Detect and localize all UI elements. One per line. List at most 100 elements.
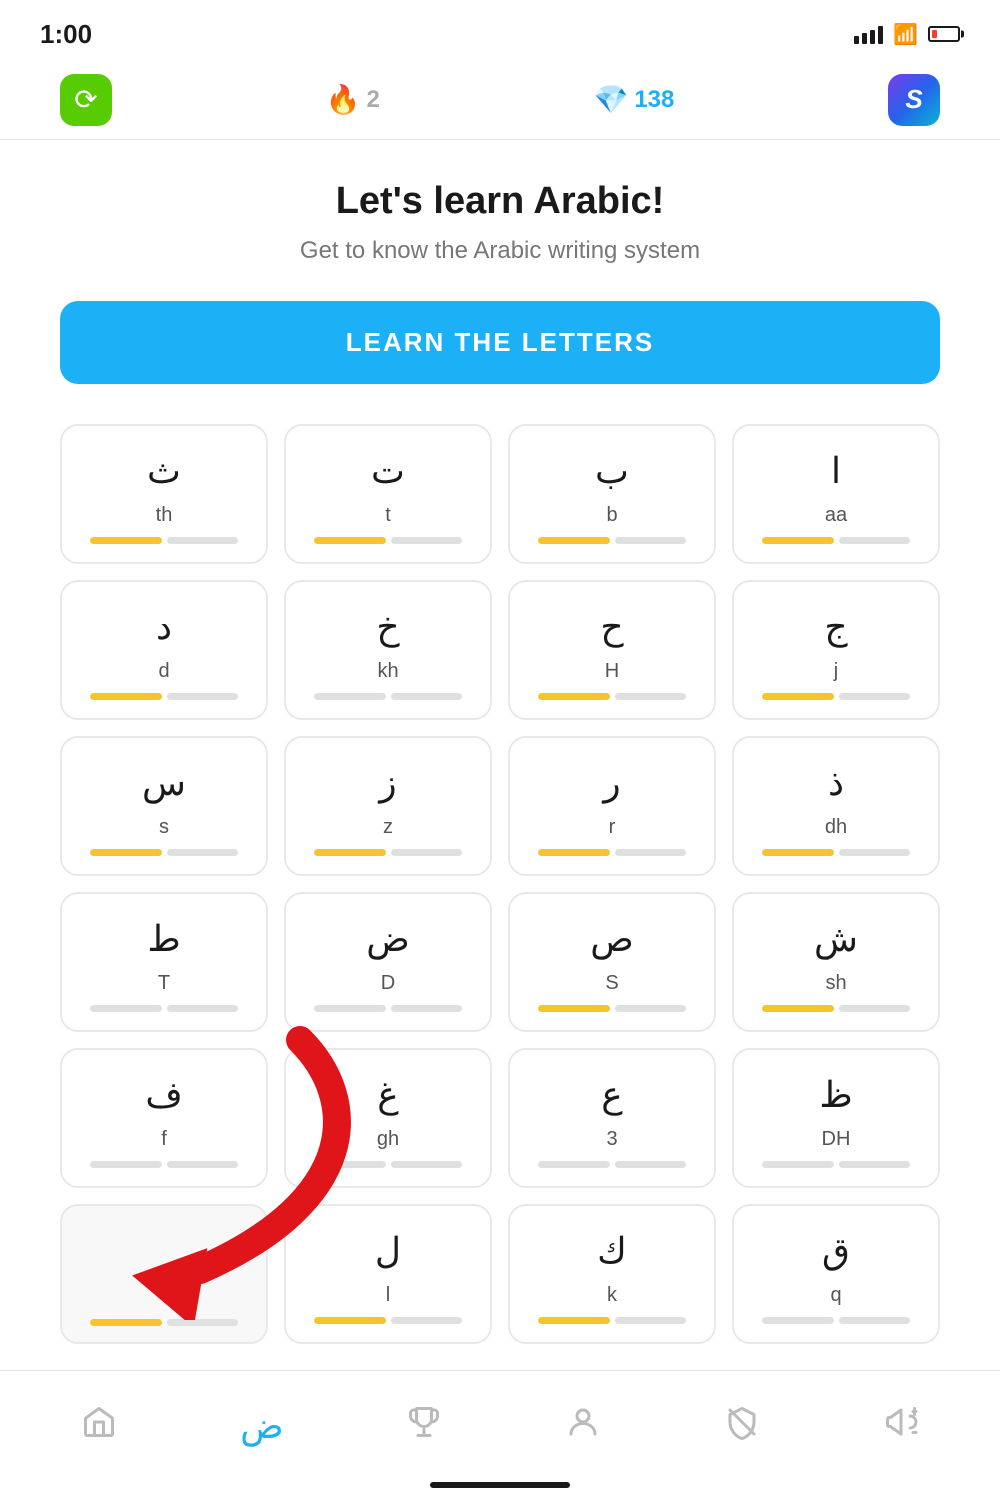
letter-card[interactable]: حH [508,580,716,720]
arabic-letter: ث [147,450,181,493]
letter-latin: q [830,1284,841,1307]
letter-latin: s [159,816,169,839]
letter-progress [314,537,461,544]
streak-shield[interactable]: S [888,74,940,126]
letter-card[interactable]: جj [732,580,940,720]
megaphone-icon [883,1404,919,1448]
letter-latin: f [161,1128,167,1151]
letter-progress [90,1005,237,1012]
letter-latin: t [385,504,391,527]
arabic-letter: ش [814,918,858,961]
letter-latin: th [156,504,173,527]
main-content: Let's learn Arabic! Get to know the Arab… [0,140,1000,1370]
letter-latin: kh [377,660,398,683]
letter-progress [90,693,237,700]
owl-icon[interactable]: ⟳ [60,74,112,126]
letter-latin: DH [822,1128,851,1151]
letter-card[interactable]: قq [732,1204,940,1344]
letter-latin: r [609,816,616,839]
letter-latin: j [834,660,838,683]
letter-card[interactable]: خkh [284,580,492,720]
arabic-letter: غ [377,1074,398,1117]
nav-announcements[interactable] [867,1396,935,1456]
letter-card[interactable] [60,1204,268,1344]
letter-card[interactable]: ث th [60,424,268,564]
arabic-letter: ق [822,1230,850,1273]
gem-value: 138 [634,86,674,114]
letter-card[interactable]: فf [60,1048,268,1188]
scroll-area: Let's learn Arabic! Get to know the Arab… [0,140,1000,1370]
fire-icon: 🔥 [326,83,361,116]
letter-card[interactable]: ذdh [732,736,940,876]
arabic-letter: ض [366,918,410,961]
letter-card[interactable]: لl [284,1204,492,1344]
nav-arabic[interactable]: ض [224,1397,300,1455]
home-indicator [430,1482,570,1488]
arabic-letter: ص [590,918,634,961]
letter-card[interactable]: ظ DH [732,1048,940,1188]
owl-symbol: ⟳ [74,83,97,116]
home-icon [81,1404,117,1448]
arabic-letter: ر [603,762,620,805]
arabic-letter: ظ [819,1074,852,1117]
arabic-letter: ب [595,450,629,493]
nav-profile[interactable] [549,1396,617,1456]
arabic-letter: ك [597,1230,627,1273]
fire-count: 2 [366,86,379,114]
letter-card[interactable]: اaa [732,424,940,564]
letter-card[interactable]: سs [60,736,268,876]
letter-progress [538,1161,685,1168]
letter-progress [90,849,237,856]
letter-progress [762,849,909,856]
letter-progress [314,1317,461,1324]
letter-progress [314,849,461,856]
bottom-nav: ض [0,1370,1000,1500]
letter-card[interactable]: طT [60,892,268,1032]
letter-latin: aa [825,504,847,527]
page-title: Let's learn Arabic! [60,180,940,223]
letter-progress [90,1161,237,1168]
owl-nav-item[interactable]: ⟳ [60,74,112,126]
letter-progress [90,537,237,544]
letter-latin: gh [377,1128,399,1151]
letter-progress [538,849,685,856]
letter-card[interactable]: رr [508,736,716,876]
letter-progress [538,537,685,544]
letter-latin: 3 [606,1128,617,1151]
letter-progress [762,1005,909,1012]
nav-home[interactable] [65,1396,133,1456]
trophy-icon [406,1404,442,1448]
letter-card[interactable]: ضD [284,892,492,1032]
letter-latin: d [158,660,169,683]
arabic-letter: ت [371,450,405,493]
arabic-letter: ذ [828,762,844,805]
learn-letters-button[interactable]: LEARN THE LETTERS [60,301,940,384]
arabic-letter: ز [379,762,396,805]
letter-progress [538,1317,685,1324]
letter-card[interactable]: دd [60,580,268,720]
letter-card[interactable]: شsh [732,892,940,1032]
letter-card[interactable]: ع3 [508,1048,716,1188]
letter-progress [762,1317,909,1324]
letter-card[interactable]: كk [508,1204,716,1344]
arabic-icon: ض [240,1405,284,1447]
streak-icon: S [888,74,940,126]
shield-icon [724,1404,760,1448]
letter-progress [538,693,685,700]
letter-latin: H [605,660,619,683]
arabic-letter: ج [824,606,847,649]
signal-icon [854,24,883,44]
arabic-letter: ع [601,1074,622,1117]
status-bar: 1:00 📶 [0,0,1000,60]
letter-card[interactable]: غ gh [284,1048,492,1188]
status-icons: 📶 [854,22,960,47]
letter-card[interactable]: بb [508,424,716,564]
letter-card[interactable]: صS [508,892,716,1032]
letter-card[interactable]: تt [284,424,492,564]
nav-trophy[interactable] [390,1396,458,1456]
letter-card[interactable]: زz [284,736,492,876]
arabic-letter: ل [375,1230,401,1273]
nav-shield[interactable] [708,1396,776,1456]
fire-streak[interactable]: 🔥 2 [326,83,380,116]
gem-count[interactable]: 💎 138 [593,83,674,116]
